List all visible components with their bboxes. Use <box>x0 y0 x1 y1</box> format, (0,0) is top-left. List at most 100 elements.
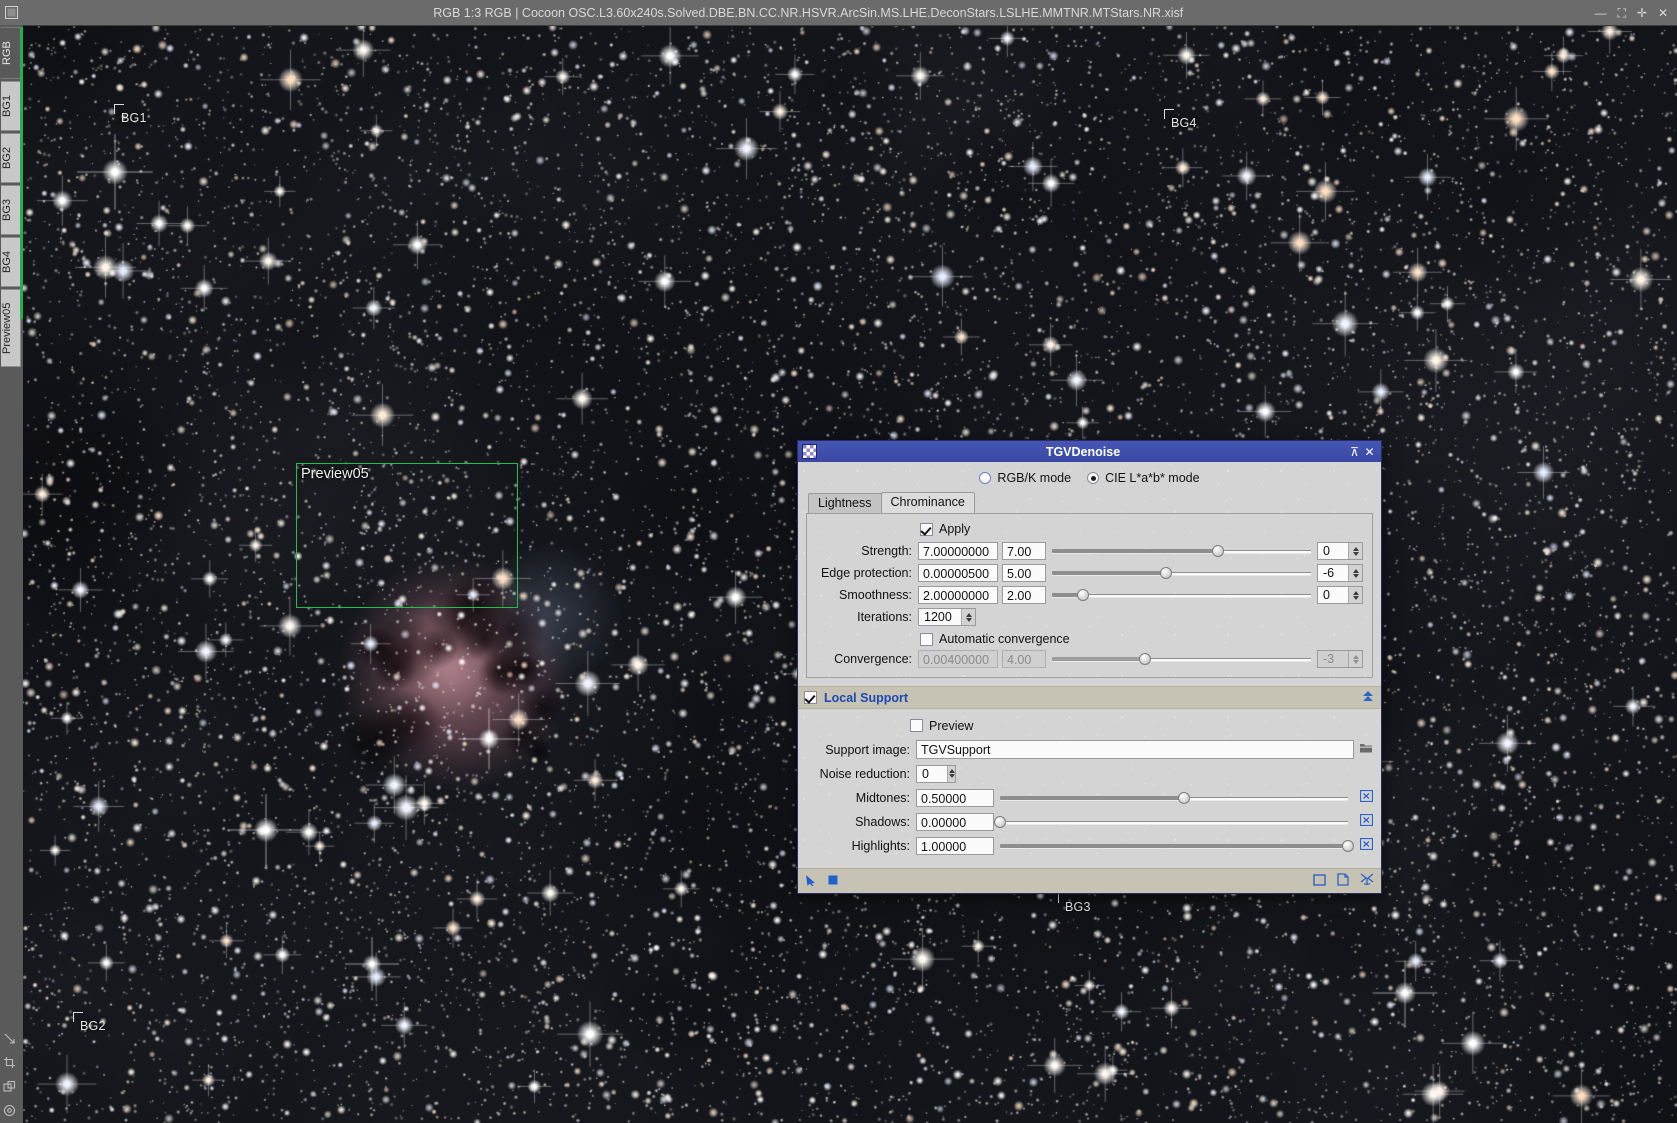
parameter-row-edge-protection: Edge protection: 0.00000500 5.00 -6 <box>816 564 1363 582</box>
checkbox-indicator[interactable] <box>804 691 817 704</box>
folder-icon[interactable] <box>1359 742 1373 757</box>
automatic-convergence-checkbox[interactable]: Automatic convergence <box>920 632 1363 646</box>
tab-chrominance[interactable]: Chrominance <box>881 492 975 513</box>
spinner-arrows <box>1348 651 1362 667</box>
minimize-button[interactable]: — <box>1594 7 1606 19</box>
apply-label: Apply <box>939 522 970 536</box>
support-image-input[interactable]: TGVSupport <box>916 740 1354 759</box>
window-titlebar: RGB 1:3 RGB | Cocoon OSC.L3.60x240s.Solv… <box>0 0 1677 26</box>
preview-marker-bg2[interactable]: BG2 <box>80 1019 106 1033</box>
reset-icon[interactable] <box>1360 873 1374 889</box>
iterations-label: Iterations: <box>816 610 918 624</box>
checkbox-indicator <box>920 633 933 646</box>
local-support-preview-row: Preview <box>910 716 1373 735</box>
sidebar-item-bg4[interactable]: BG4 <box>1 237 21 287</box>
dialog-titlebar: TGVDenoise ⊼ ✕ <box>798 441 1381 462</box>
apply-checkbox[interactable]: Apply <box>920 522 1363 536</box>
strength-exponent-spinner[interactable]: 0 <box>1317 542 1363 560</box>
convergence-value-input: 0.00400000 <box>918 650 998 668</box>
radio-rgbk-mode[interactable]: RGB/K mode <box>979 471 1071 485</box>
local-support-body: Preview Support image: TGVSupport Noise … <box>806 709 1373 862</box>
preview-marker-bg4[interactable]: BG4 <box>1171 116 1197 130</box>
canvas-tool-icons <box>3 1032 16 1117</box>
midtones-label: Midtones: <box>806 791 916 805</box>
tgvdenoise-dialog[interactable]: TGVDenoise ⊼ ✕ RGB/K mode CIE L*a*b* mod… <box>797 440 1382 894</box>
midtones-input[interactable]: 0.50000 <box>916 789 994 807</box>
radio-cielab-mode[interactable]: CIE L*a*b* mode <box>1087 471 1200 485</box>
convergence-slider <box>1052 650 1311 668</box>
iterations-spinner[interactable]: 1200 <box>918 608 976 626</box>
close-icon[interactable]: ✕ <box>1362 445 1377 459</box>
collapse-up-icon[interactable] <box>1361 690 1375 705</box>
preview-region-preview05[interactable]: Preview05 <box>296 463 518 608</box>
smoothness-exponent-spinner[interactable]: 0 <box>1317 586 1363 604</box>
preview-region-label: Preview05 <box>301 466 369 482</box>
smoothness-slider[interactable] <box>1052 586 1311 604</box>
sidebar-item-bg2[interactable]: BG2 <box>1 133 21 183</box>
crop-icon[interactable] <box>3 1056 16 1069</box>
dialog-body: RGB/K mode CIE L*a*b* mode Lightness Chr… <box>798 462 1381 893</box>
restore-button[interactable]: ⛶ <box>1617 7 1625 19</box>
spinner-arrows[interactable] <box>1348 565 1362 581</box>
edge-protection-slider[interactable] <box>1052 564 1311 582</box>
noise-reduction-spinner[interactable]: 0 <box>916 765 956 783</box>
sidebar-item-rgb[interactable]: RGB <box>1 27 21 79</box>
window-title: RGB 1:3 RGB | Cocoon OSC.L3.60x240s.Solv… <box>22 6 1594 20</box>
new-instance-icon[interactable] <box>1313 874 1326 889</box>
strength-value-input[interactable]: 7.00000000 <box>918 542 998 560</box>
tab-lightness[interactable]: Lightness <box>808 493 882 513</box>
local-support-title: Local Support <box>824 691 1354 705</box>
zoom-fit-icon[interactable] <box>3 1032 16 1045</box>
color-mode-group: RGB/K mode CIE L*a*b* mode <box>806 469 1373 493</box>
spinner-arrows[interactable] <box>947 766 955 782</box>
image-tab-strip: RGB BG1 BG2 BG3 BG4 Preview05 <box>0 25 22 1123</box>
sidebar-item-bg3[interactable]: BG3 <box>1 185 21 235</box>
local-support-section-header[interactable]: Local Support <box>798 686 1381 709</box>
local-support-preview-checkbox[interactable]: Preview <box>910 719 973 733</box>
duplicate-icon[interactable] <box>3 1080 16 1093</box>
parameter-row-strength: Strength: 7.00000000 7.00 0 <box>816 542 1363 560</box>
target-icon[interactable] <box>3 1104 16 1117</box>
preview-marker-bg1[interactable]: BG1 <box>121 111 147 125</box>
pixinsight-image-window: RGB 1:3 RGB | Cocoon OSC.L3.60x240s.Solv… <box>0 0 1677 1123</box>
execute-icon[interactable] <box>827 874 840 889</box>
highlights-input[interactable]: 1.00000 <box>916 837 994 855</box>
convergence-label: Convergence: <box>816 652 918 666</box>
spinner-arrows[interactable] <box>961 609 975 625</box>
radio-label: CIE L*a*b* mode <box>1105 471 1200 485</box>
window-controls: — ⛶ ✛ ✕ <box>1594 7 1677 19</box>
parameter-row-convergence: Convergence: 0.00400000 4.00 -3 <box>816 650 1363 668</box>
edge-protection-value-input[interactable]: 0.00000500 <box>918 564 998 582</box>
shadows-reset-icon[interactable] <box>1360 814 1373 829</box>
spinner-arrows[interactable] <box>1348 587 1362 603</box>
preview-marker-bg3[interactable]: BG3 <box>1065 900 1091 914</box>
strength-slider[interactable] <box>1052 542 1311 560</box>
smoothness-value-input[interactable]: 2.00000000 <box>918 586 998 604</box>
spinner-arrows[interactable] <box>1348 543 1362 559</box>
checkbox-indicator <box>910 719 923 732</box>
edge-protection-coarse-input[interactable]: 5.00 <box>1002 564 1046 582</box>
maximize-button[interactable]: ✛ <box>1637 7 1647 19</box>
sidebar-item-bg1[interactable]: BG1 <box>1 81 21 131</box>
browse-documentation-icon[interactable] <box>1337 873 1349 889</box>
shadows-row: Shadows: 0.00000 <box>806 812 1373 831</box>
pin-button[interactable]: ⊼ <box>1347 445 1362 459</box>
edge-protection-exponent-spinner[interactable]: -6 <box>1317 564 1363 582</box>
highlights-reset-icon[interactable] <box>1360 838 1373 853</box>
smoothness-coarse-input[interactable]: 2.00 <box>1002 586 1046 604</box>
shadows-input[interactable]: 0.00000 <box>916 813 994 831</box>
midtones-reset-icon[interactable] <box>1360 790 1373 805</box>
strength-coarse-input[interactable]: 7.00 <box>1002 542 1046 560</box>
close-button[interactable]: ✕ <box>1658 7 1668 19</box>
parameter-row-iterations: Iterations: 1200 <box>816 608 1363 626</box>
shadows-slider[interactable] <box>1000 813 1348 831</box>
sidebar-item-preview05[interactable]: Preview05 <box>1 289 21 367</box>
shadows-label: Shadows: <box>806 815 916 829</box>
radio-label: RGB/K mode <box>997 471 1071 485</box>
apply-global-icon[interactable] <box>805 874 818 889</box>
midtones-slider[interactable] <box>1000 789 1348 807</box>
parameters-panel: Apply Strength: 7.00000000 7.00 0 <box>806 513 1373 678</box>
convergence-exponent-spinner: -3 <box>1317 650 1363 668</box>
highlights-slider[interactable] <box>1000 837 1348 855</box>
image-window-icon <box>0 0 22 25</box>
